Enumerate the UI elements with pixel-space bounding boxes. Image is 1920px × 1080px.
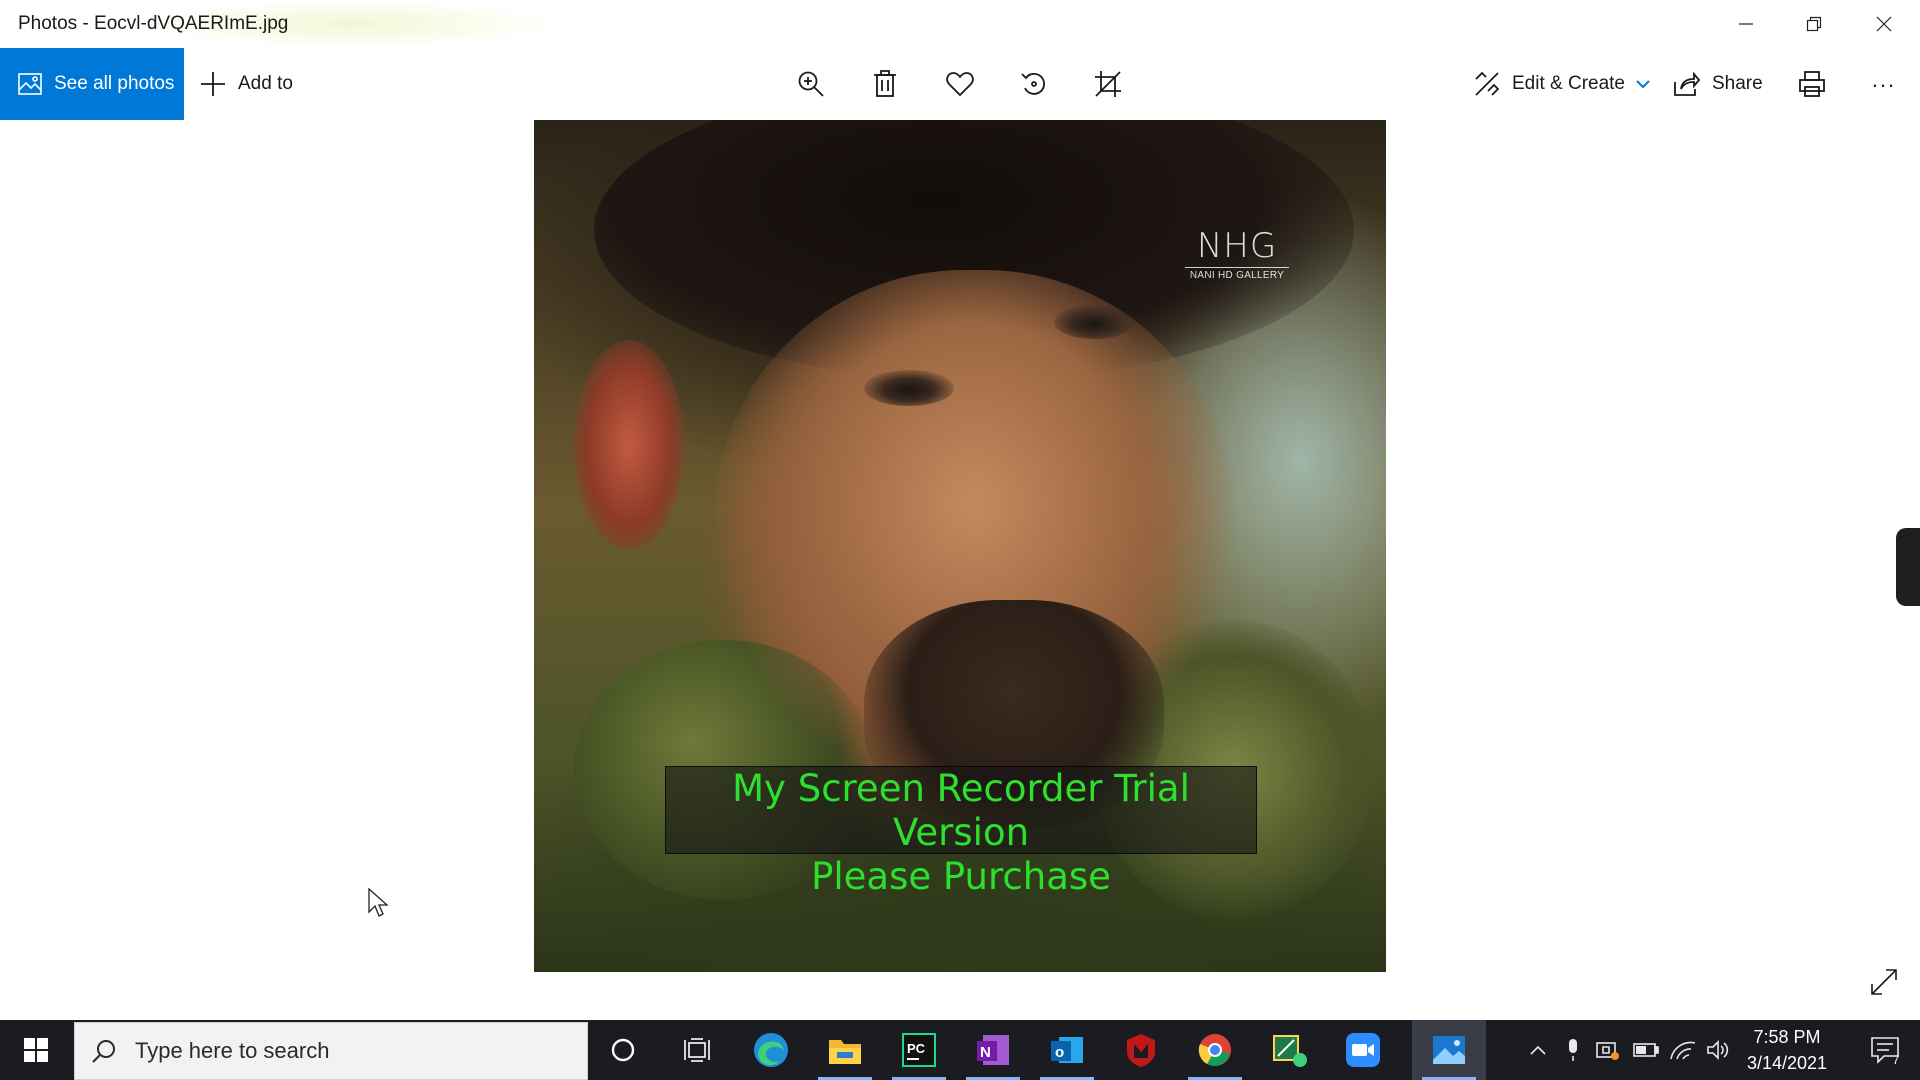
microphone-icon <box>1569 1039 1577 1061</box>
zoom-in-icon <box>798 71 824 97</box>
share-button[interactable]: Share <box>1674 48 1763 120</box>
watermark-title: NHG <box>1196 226 1278 266</box>
chevron-down-icon <box>1636 80 1650 89</box>
security-button[interactable] <box>1592 1020 1624 1080</box>
taskbar: Type here to search PC N o 7:58 PM 3/14/… <box>0 1020 1920 1080</box>
cortana-button[interactable] <box>586 1020 660 1080</box>
file-explorer-button[interactable] <box>808 1020 882 1080</box>
windows-logo-icon <box>24 1038 48 1062</box>
task-view-button[interactable] <box>660 1020 734 1080</box>
zoom-button[interactable] <box>781 48 841 120</box>
restore-icon <box>1806 16 1822 32</box>
mcafee-icon <box>1127 1034 1155 1067</box>
crop-icon <box>1095 71 1121 97</box>
wifi-icon <box>1670 1041 1696 1060</box>
edit-create-button[interactable]: Edit & Create <box>1474 48 1651 120</box>
restore-button[interactable] <box>1780 0 1848 48</box>
outlook-button[interactable]: o <box>1030 1020 1104 1080</box>
close-button[interactable] <box>1850 0 1918 48</box>
pointer-icon <box>368 887 389 917</box>
clock-date: 3/14/2021 <box>1746 1053 1828 1073</box>
title-bar: Photos - Eocvl-dVQAERImE.jpg <box>0 0 1920 48</box>
plus-icon <box>201 72 225 96</box>
microphone-button[interactable] <box>1558 1020 1588 1080</box>
fullscreen-button[interactable] <box>1866 964 1902 1000</box>
notification-count: 7 <box>1892 1053 1900 1067</box>
file-explorer-icon <box>829 1040 861 1064</box>
favorite-button[interactable] <box>930 48 990 120</box>
side-panel-handle[interactable] <box>1896 528 1920 606</box>
more-options-label: ... <box>1871 67 1897 92</box>
search-placeholder: Type here to search <box>135 1038 330 1063</box>
start-button[interactable] <box>0 1020 72 1080</box>
speaker-icon <box>1707 1040 1729 1060</box>
gallery-icon <box>18 73 42 95</box>
battery-button[interactable] <box>1630 1020 1662 1080</box>
svg-text:N: N <box>980 1044 991 1061</box>
photos-taskbar-button[interactable] <box>1412 1020 1486 1080</box>
window-title: Photos - Eocvl-dVQAERImE.jpg <box>18 13 289 34</box>
edge-icon <box>754 1033 788 1067</box>
zoom-icon <box>1346 1033 1380 1067</box>
more-options-button[interactable]: ... <box>1854 48 1914 120</box>
task-view-icon <box>684 1038 710 1062</box>
heart-icon <box>946 72 974 97</box>
share-label: Share <box>1712 73 1763 94</box>
photos-icon <box>1433 1036 1465 1064</box>
recorder-line-1: My Screen Recorder Trial Version <box>732 767 1190 854</box>
cortana-icon <box>611 1038 635 1062</box>
rotate-icon <box>1021 73 1045 95</box>
onenote-button[interactable]: N <box>956 1020 1030 1080</box>
svg-text:o: o <box>1055 1044 1064 1061</box>
edit-icon <box>1475 71 1500 96</box>
action-center-button[interactable]: 7 <box>1850 1020 1920 1080</box>
chrome-icon <box>1198 1034 1231 1066</box>
expand-icon <box>1871 969 1897 995</box>
edge-button[interactable] <box>734 1020 808 1080</box>
zoom-app-button[interactable] <box>1326 1020 1400 1080</box>
clock-time: 7:58 PM <box>1753 1027 1821 1047</box>
chevron-up-icon <box>1530 1045 1546 1055</box>
pycharm-icon: PC <box>902 1033 936 1067</box>
crop-button[interactable] <box>1078 48 1138 120</box>
mouse-cursor <box>368 887 390 923</box>
svg-text:PC: PC <box>907 1041 926 1056</box>
print-button[interactable] <box>1782 48 1842 120</box>
share-icon <box>1674 72 1700 96</box>
minimize-button[interactable] <box>1712 0 1780 48</box>
see-all-photos-button[interactable]: See all photos <box>0 48 184 120</box>
pycharm-button[interactable]: PC <box>882 1020 956 1080</box>
edit-create-label: Edit & Create <box>1512 73 1625 94</box>
windows-security-icon <box>1596 1042 1619 1060</box>
onenote-icon: N <box>977 1035 1009 1065</box>
add-to-button[interactable]: Add to <box>200 48 293 120</box>
trash-icon <box>874 70 896 97</box>
battery-icon <box>1633 1043 1659 1057</box>
add-to-label: Add to <box>238 73 293 94</box>
recorder-trial-overlay: My Screen Recorder Trial Version Please … <box>665 766 1257 898</box>
minimize-icon <box>1739 23 1753 25</box>
mcafee-button[interactable] <box>1104 1020 1178 1080</box>
show-hidden-icons-button[interactable] <box>1522 1020 1554 1080</box>
recorder-line-2: Please Purchase <box>811 855 1111 898</box>
outlook-icon: o <box>1051 1037 1083 1063</box>
search-icon <box>92 1040 115 1063</box>
photos-window: Photos - Eocvl-dVQAERImE.jpg See all pho… <box>0 0 1920 1020</box>
app-icon <box>1273 1035 1307 1067</box>
delete-button[interactable] <box>855 48 915 120</box>
printer-icon <box>1799 71 1825 97</box>
photo-watermark: NHG NANI HD GALLERY <box>1182 226 1292 281</box>
chrome-button[interactable] <box>1178 1020 1252 1080</box>
network-button[interactable] <box>1666 1020 1700 1080</box>
taskbar-clock[interactable]: 7:58 PM 3/14/2021 <box>1728 1020 1846 1080</box>
command-bar: See all photos Add to Edit & Create Shar… <box>0 48 1920 120</box>
close-icon <box>1876 16 1892 32</box>
rotate-button[interactable] <box>1004 48 1064 120</box>
watermark-subtitle: NANI HD GALLERY <box>1189 270 1285 281</box>
see-all-photos-label: See all photos <box>54 73 175 94</box>
taskbar-search-box[interactable]: Type here to search <box>74 1022 588 1080</box>
app-button[interactable] <box>1252 1020 1326 1080</box>
